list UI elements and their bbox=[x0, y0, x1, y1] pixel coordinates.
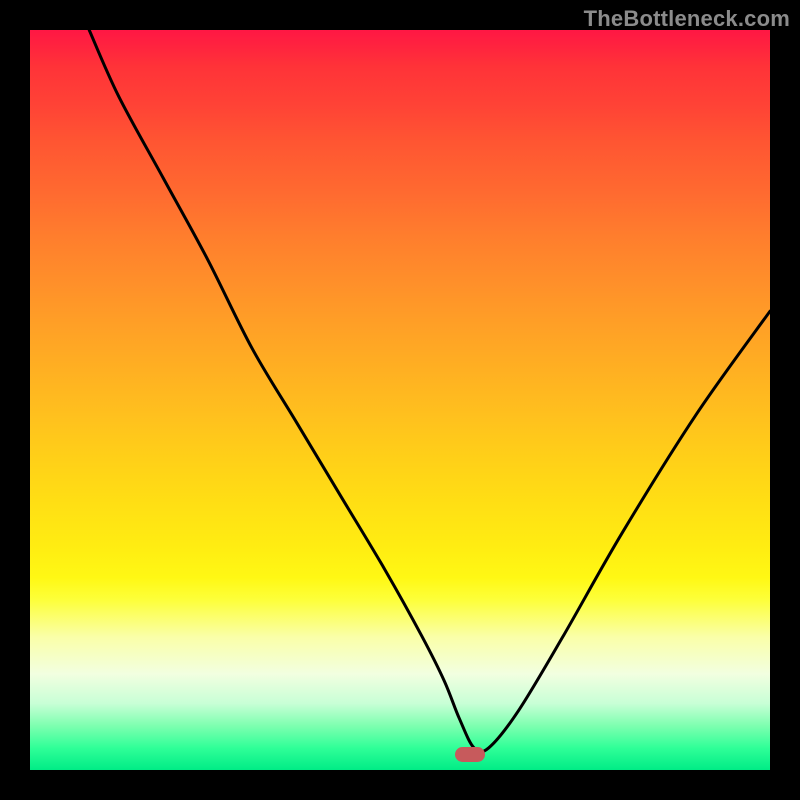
minimum-marker bbox=[455, 747, 485, 762]
chart-container: TheBottleneck.com bbox=[0, 0, 800, 800]
plot-area bbox=[30, 30, 770, 770]
watermark-text: TheBottleneck.com bbox=[584, 6, 790, 32]
bottleneck-curve bbox=[30, 30, 770, 770]
